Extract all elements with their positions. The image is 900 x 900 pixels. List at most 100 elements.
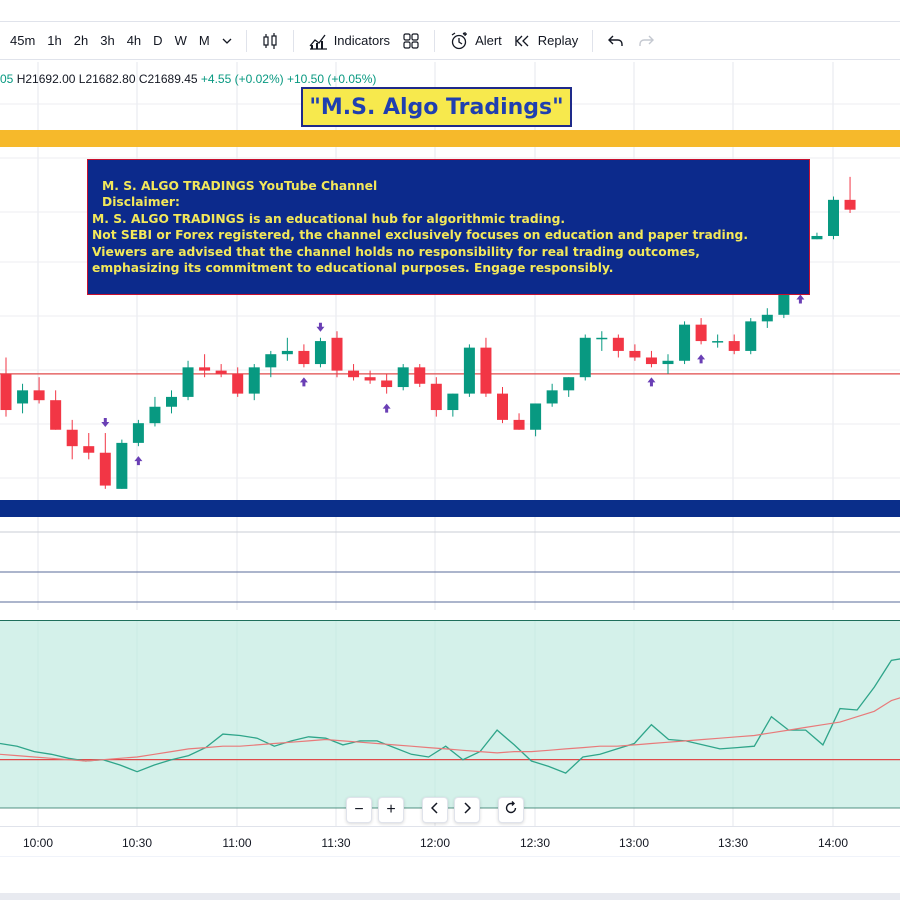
redo-icon: [637, 33, 655, 49]
disclaimer-channel-line: M. S. ALGO TRADINGS YouTube Channel: [102, 179, 378, 193]
disclaimer-text-3: Viewers are advised that the channel hol…: [92, 244, 700, 259]
candle-body: [579, 337, 591, 378]
candle-body: [66, 429, 78, 447]
replay-rewind-icon: [514, 34, 532, 48]
timeframe-45m[interactable]: 45m: [0, 27, 41, 55]
candle-body: [331, 337, 343, 371]
time-axis[interactable]: 10:00 10:30 11:00 11:30 12:00 12:30 13:0…: [0, 826, 900, 856]
buy-arrow-icon: [299, 377, 308, 387]
blue-zone-band: [0, 500, 900, 517]
timeframe-d[interactable]: D: [147, 27, 168, 55]
candles-icon: [261, 32, 279, 50]
plus-icon: +: [386, 801, 396, 818]
candlestick-type-button[interactable]: [255, 27, 285, 55]
timeframe-m[interactable]: M: [193, 27, 216, 55]
disclaimer-text-1: M. S. ALGO TRADINGS is an educational hu…: [92, 211, 566, 226]
indicator-pane[interactable]: [0, 620, 900, 826]
candle-body: [679, 324, 691, 361]
candle-body: [414, 367, 426, 384]
time-axis-label: 12:30: [519, 836, 551, 850]
candle-body: [281, 350, 293, 355]
candle-body: [0, 373, 12, 411]
toolbar-divider: [434, 29, 436, 52]
legend-close: C21689.45: [138, 72, 198, 86]
timeframe-1h[interactable]: 1h: [41, 27, 67, 55]
indicators-button[interactable]: Indicators: [302, 27, 396, 55]
candle-body: [612, 337, 624, 351]
timeframe-3h[interactable]: 3h: [94, 27, 120, 55]
disclaimer-heading: Disclaimer:: [102, 195, 180, 210]
candle-body: [132, 423, 144, 443]
toolbar: 45m 1h 2h 3h 4h D W M Indicators Alert R…: [0, 22, 900, 60]
disclaimer-text-4: emphasizing its commitment to educationa…: [92, 261, 614, 276]
replay-label: Replay: [537, 33, 579, 48]
disclaimer-text-2: Not SEBI or Forex registered, the channe…: [92, 228, 748, 243]
undo-button[interactable]: [601, 27, 631, 55]
candle-body: [844, 199, 856, 210]
candle-body: [546, 390, 558, 404]
chart-window: 45m 1h 2h 3h 4h D W M Indicators Alert R…: [0, 0, 900, 900]
candle-body: [314, 341, 326, 365]
sell-arrow-icon: [101, 418, 110, 428]
channel-title-banner: "M.S. Algo Tradings": [301, 87, 572, 127]
candle-body: [712, 341, 724, 343]
candle-body: [381, 380, 393, 388]
candle-body: [480, 347, 492, 394]
reset-chart-button[interactable]: [498, 797, 524, 823]
candle-body: [497, 393, 508, 420]
candle-body: [215, 370, 227, 374]
chevron-right-icon: [463, 801, 472, 819]
replay-button[interactable]: Replay: [508, 27, 584, 55]
candle-body: [397, 367, 409, 388]
layouts-grid-icon: [402, 32, 420, 50]
candle-body: [149, 406, 161, 424]
alert-label: Alert: [475, 33, 502, 48]
candle-body: [745, 321, 757, 351]
time-axis-label: 12:00: [419, 836, 451, 850]
zoom-in-button[interactable]: +: [378, 797, 404, 823]
candle-body: [232, 373, 244, 394]
candle-body: [662, 360, 674, 365]
legend-low: L21682.80: [78, 72, 136, 86]
candle-body: [463, 347, 475, 394]
time-axis-label: 10:30: [121, 836, 153, 850]
candle-body: [828, 199, 839, 236]
redo-button[interactable]: [631, 27, 661, 55]
candle-body: [248, 367, 260, 394]
candle-body: [265, 354, 277, 368]
candle-body: [596, 337, 608, 340]
zoom-out-button[interactable]: −: [346, 797, 372, 823]
chart-navigation-controls: − +: [346, 797, 524, 823]
toolbar-divider: [245, 29, 247, 52]
buy-arrow-icon: [134, 456, 143, 466]
legend-open-partial: 05: [0, 72, 14, 86]
timeframe-dropdown-chevron-icon[interactable]: [216, 27, 238, 55]
time-axis-label: 14:00: [817, 836, 849, 850]
toolbar-divider: [292, 29, 294, 52]
buy-arrow-icon: [647, 377, 656, 387]
time-axis-label: 11:30: [321, 836, 351, 850]
candle-body: [563, 377, 575, 391]
time-axis-label: 13:30: [717, 836, 749, 850]
scroll-left-button[interactable]: [422, 797, 448, 823]
candle-body: [116, 442, 128, 489]
timeframe-4h[interactable]: 4h: [121, 27, 147, 55]
scroll-right-button[interactable]: [454, 797, 480, 823]
candle-body: [99, 452, 111, 486]
candle-body: [645, 357, 657, 365]
indicators-label: Indicators: [333, 33, 391, 48]
price-chart[interactable]: [0, 62, 900, 610]
candle-body: [298, 350, 310, 365]
layouts-button[interactable]: [396, 27, 426, 55]
candle-body: [513, 419, 525, 430]
candle-body: [33, 390, 45, 401]
timeframe-w[interactable]: W: [169, 27, 193, 55]
minus-icon: −: [354, 801, 364, 818]
time-axis-label: 11:00: [222, 836, 252, 850]
candle-body: [50, 400, 62, 430]
candle-body: [17, 390, 29, 404]
indicators-icon: [308, 32, 328, 50]
yellow-zone-band: [0, 130, 900, 147]
alert-button[interactable]: Alert: [443, 27, 508, 55]
timeframe-2h[interactable]: 2h: [68, 27, 94, 55]
